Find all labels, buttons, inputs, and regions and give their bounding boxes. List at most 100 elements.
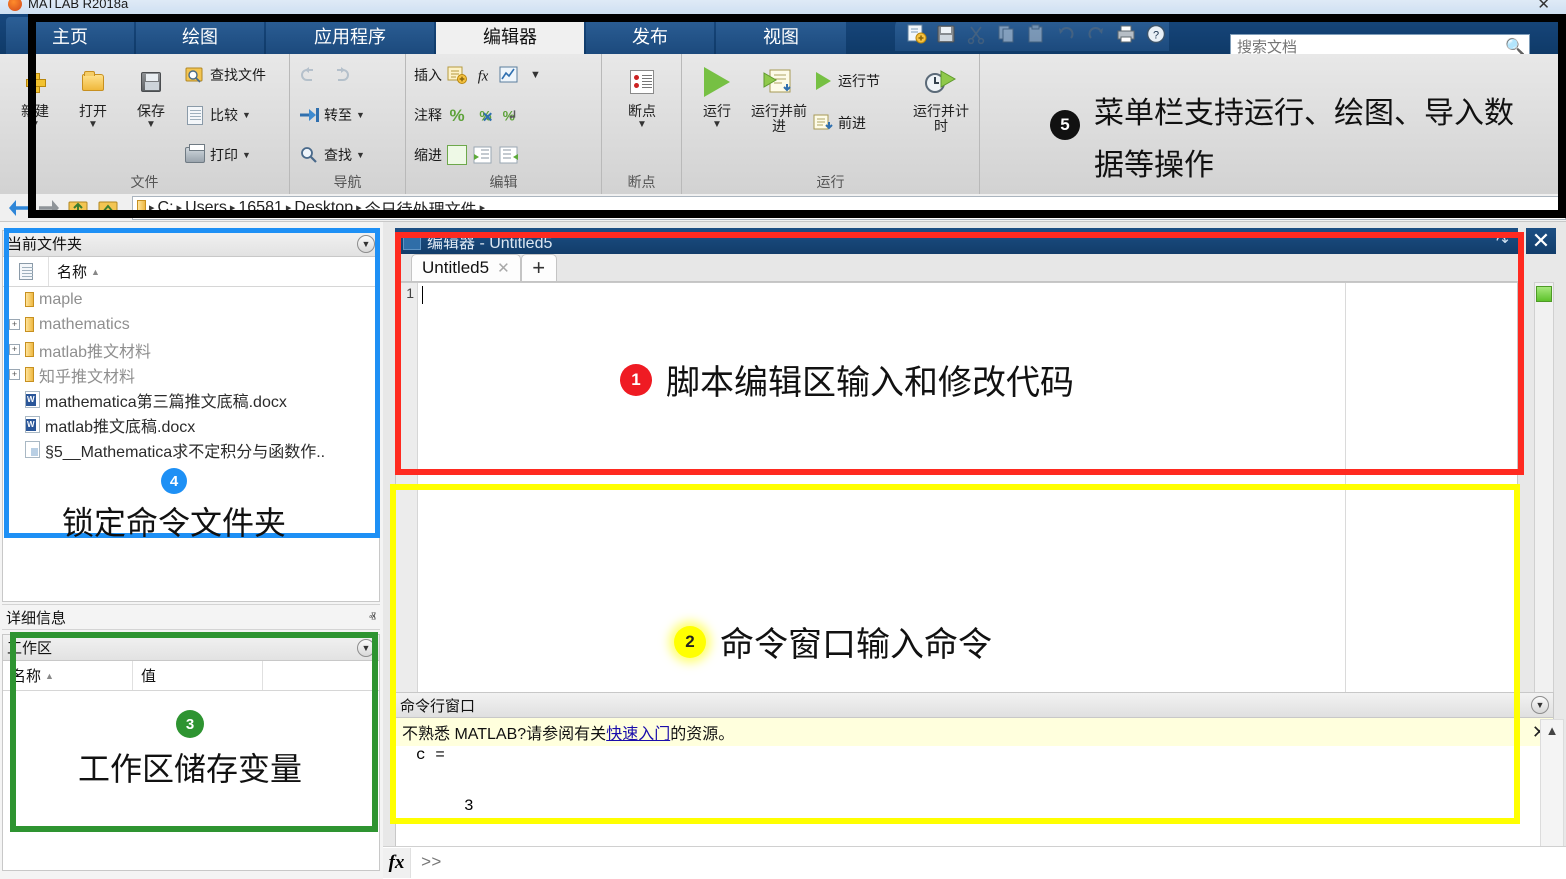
editor-tab-untitled5[interactable]: Untitled5 ✕	[411, 254, 521, 281]
goto-button[interactable]: 转至 ▼	[298, 102, 365, 128]
workspace-extra-column-header[interactable]	[263, 661, 379, 690]
getting-started-link[interactable]: 快速入门	[606, 720, 670, 744]
crumb-4[interactable]: 今日待处理文件	[365, 197, 477, 219]
details-panel-header[interactable]: 详细信息 ⱏ	[2, 604, 380, 630]
open-button[interactable]: 打开 ▼	[62, 60, 124, 130]
print-icon[interactable]	[1113, 21, 1139, 47]
indent-right-icon[interactable]	[472, 145, 494, 165]
nav-arrows[interactable]	[298, 62, 352, 88]
tab-editor[interactable]: 编辑器	[436, 17, 584, 54]
close-icon[interactable]: ✕	[497, 259, 510, 277]
forward-arrow-icon	[330, 65, 352, 85]
forward-arrow-icon[interactable]	[36, 196, 62, 220]
window-close-button[interactable]: ✕	[1537, 0, 1550, 13]
ribbon-group-edit-label: 编辑	[489, 174, 518, 190]
list-item[interactable]: + matlab推文材料	[3, 337, 379, 362]
command-prompt[interactable]: >>	[411, 854, 441, 873]
tab-home[interactable]: 主页	[6, 17, 134, 54]
print-button[interactable]: 打印 ▼	[184, 142, 251, 168]
chevron-down-icon[interactable]: ▼	[120, 119, 182, 130]
chevron-down-icon[interactable]: ▼	[686, 119, 748, 130]
smart-indent-icon[interactable]	[446, 145, 468, 165]
crumb-separator: ▸	[229, 202, 236, 214]
workspace-value-column-header[interactable]: 值	[133, 661, 263, 690]
redo-icon	[1083, 21, 1109, 47]
insert-row[interactable]: 插入 fx ▼	[414, 62, 541, 88]
tab-plots[interactable]: 绘图	[136, 17, 264, 54]
current-folder-title: 当前文件夹	[7, 236, 83, 253]
chevron-down-icon[interactable]: ▼	[356, 150, 365, 160]
run-icon	[686, 60, 748, 104]
list-item[interactable]: §5__Mathematica求不定积分与函数作..	[3, 437, 379, 462]
indent-row[interactable]: 缩进	[414, 142, 520, 168]
indent-left-icon[interactable]	[498, 145, 520, 165]
annotation-text-3: 工作区储存变量	[78, 751, 303, 787]
new-script-icon[interactable]	[903, 21, 929, 47]
chevron-down-icon[interactable]: ▼	[356, 110, 365, 120]
goto-icon	[298, 105, 320, 125]
find-files-button[interactable]: 查找文件	[184, 62, 266, 88]
insert-function-icon[interactable]: fx	[472, 65, 494, 85]
scroll-up-icon[interactable]: ▲	[1546, 723, 1559, 738]
up-folder-icon[interactable]	[66, 196, 92, 220]
code-analyzer-status-icon[interactable]	[1536, 286, 1552, 302]
compare-button[interactable]: 比较 ▼	[184, 102, 251, 128]
editor-close-button[interactable]: ✕	[1526, 228, 1556, 254]
advance-button[interactable]: 前进	[812, 110, 866, 136]
chevron-down-icon[interactable]: ▼	[357, 234, 375, 253]
tab-view[interactable]: 视图	[716, 17, 846, 54]
crumb-3[interactable]: Desktop	[294, 199, 353, 217]
insert-figure-icon[interactable]	[498, 65, 520, 85]
tab-publish[interactable]: 发布	[586, 17, 714, 54]
expander-icon[interactable]: +	[9, 319, 20, 330]
chevron-down-icon[interactable]: ▼	[611, 119, 673, 130]
breadcrumb[interactable]: ▸ C: ▸ Users ▸ 16581 ▸ Desktop ▸ 今日待处理文件…	[132, 195, 1566, 220]
find-button[interactable]: 查找 ▼	[298, 142, 365, 168]
breakpoints-button[interactable]: 断点 ▼	[611, 60, 673, 130]
uncomment-icon[interactable]: %	[472, 105, 494, 125]
name-column-header[interactable]: 名称 ▲	[49, 257, 379, 286]
tab-apps[interactable]: 应用程序	[266, 17, 434, 54]
chevron-down-icon[interactable]: ▼	[1531, 696, 1549, 714]
folder-icon	[25, 292, 34, 307]
crumb-1[interactable]: Users	[185, 199, 227, 217]
run-section-button[interactable]: 运行节	[812, 68, 880, 94]
fx-function-browser-button[interactable]: fx	[383, 848, 411, 878]
comment-icon[interactable]: %	[446, 105, 468, 125]
list-item[interactable]: + mathematics	[3, 312, 379, 337]
list-item[interactable]: matlab推文底稿.docx	[3, 412, 379, 437]
run-and-time-button[interactable]: 运行并计时	[910, 60, 972, 134]
insert-section-icon[interactable]	[446, 65, 468, 85]
crumb-0[interactable]: C:	[158, 199, 174, 217]
chevron-down-icon[interactable]: ▼	[4, 119, 66, 130]
chevron-down-icon[interactable]: ▼	[357, 638, 375, 657]
workspace-columns: 名称 ▲ 值	[3, 661, 379, 691]
list-item[interactable]: maple	[3, 287, 379, 312]
run-button[interactable]: 运行 ▼	[686, 60, 748, 130]
undock-icon[interactable]: ↷	[1496, 232, 1514, 250]
help-icon[interactable]: ?	[1143, 21, 1169, 47]
annotation-label-5: 5 菜单栏支持运行、绘图、导入数 据等操作	[1050, 88, 1514, 184]
expander-icon[interactable]: +	[9, 369, 20, 380]
editor-split-pane	[1345, 283, 1517, 693]
chevron-down-icon[interactable]: ▼	[530, 69, 541, 81]
save-button[interactable]: 保存 ▼	[120, 60, 182, 130]
new-tab-button[interactable]: +	[520, 254, 557, 281]
expander-icon[interactable]: +	[9, 344, 20, 355]
chevron-up-icon[interactable]: ⱏ	[369, 609, 376, 626]
run-advance-button[interactable]: 运行并前进	[748, 60, 810, 134]
comment-row[interactable]: 注释 % % %	[414, 102, 520, 128]
list-item[interactable]: + 知乎推文材料	[3, 362, 379, 387]
chevron-down-icon[interactable]: ▼	[62, 119, 124, 130]
save-icon[interactable]	[933, 21, 959, 47]
crumb-2[interactable]: 16581	[238, 199, 283, 217]
new-button[interactable]: 新建 ▼	[4, 60, 66, 130]
editor-scrollbar[interactable]	[1534, 282, 1554, 694]
back-arrow-icon[interactable]	[6, 196, 32, 220]
wrap-comment-icon[interactable]: %	[498, 105, 520, 125]
chevron-down-icon[interactable]: ▼	[242, 110, 251, 120]
list-item[interactable]: mathematica第三篇推文底稿.docx	[3, 387, 379, 412]
chevron-down-icon[interactable]: ▼	[242, 150, 251, 160]
workspace-name-column-header[interactable]: 名称 ▲	[3, 661, 133, 690]
browse-folder-icon[interactable]	[96, 196, 122, 220]
